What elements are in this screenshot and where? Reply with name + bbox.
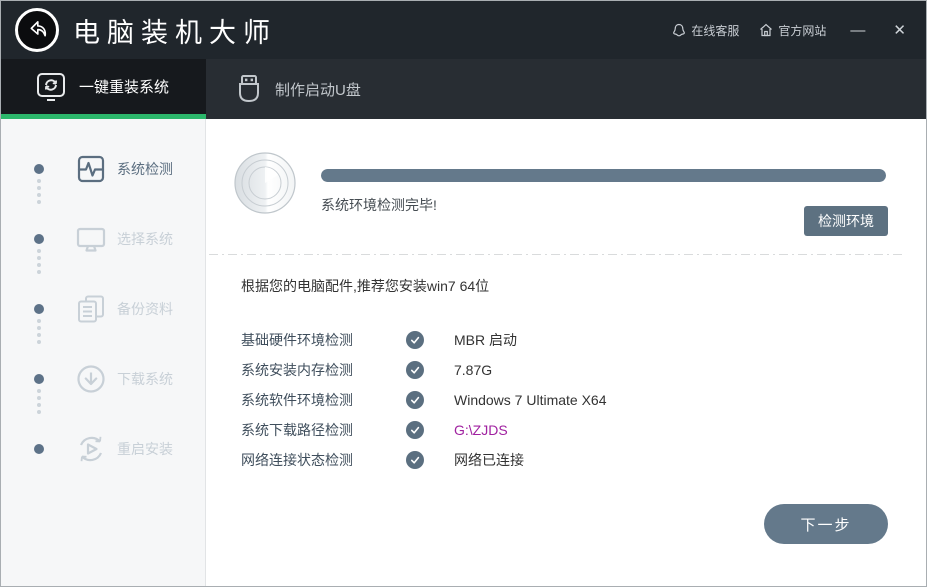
step-dot <box>34 164 44 174</box>
step-trail <box>37 179 41 204</box>
dashed-separator <box>209 254 906 255</box>
check-value: 网络已连接 <box>454 452 524 468</box>
detect-status-text: 系统环境检测完毕! <box>321 197 437 213</box>
recommendation-text: 根据您的电脑配件,推荐您安装win7 64位 <box>241 278 490 294</box>
step-restart-install[interactable]: 重启安装 <box>1 414 205 484</box>
check-ok-icon <box>406 451 424 469</box>
step-download-system[interactable]: 下载系统 <box>1 344 205 414</box>
check-row-download-path: 系统下载路径检测 G:\ZJDS <box>241 415 607 445</box>
official-site-link[interactable]: 官方网站 <box>759 22 826 39</box>
minimize-button[interactable]: — <box>846 21 869 40</box>
download-icon <box>75 363 107 395</box>
steps-sidebar: 系统检测 选择系统 备份资料 下载系统 重启安装 <box>1 119 206 586</box>
check-list: 基础硬件环境检测 MBR 启动 系统安装内存检测 7.87G 系统软件环境检测 … <box>241 325 607 475</box>
check-label: 系统软件环境检测 <box>241 392 353 408</box>
reinstall-monitor-icon <box>34 71 68 103</box>
step-dot <box>34 374 44 384</box>
online-service-label: 在线客服 <box>691 23 740 38</box>
tab-reinstall-system[interactable]: 一键重装系统 <box>1 59 206 119</box>
app-title: 电脑装机大师 <box>73 17 277 49</box>
check-row-memory: 系统安装内存检测 7.87G <box>241 355 607 385</box>
close-button[interactable]: ✕ <box>889 21 910 40</box>
titlebar: 电脑装机大师 在线客服 官方网站 — ✕ <box>1 1 926 59</box>
step-label: 重启安装 <box>117 441 173 457</box>
detect-progress-bar <box>321 169 886 182</box>
home-icon <box>759 23 773 37</box>
check-ok-icon <box>406 391 424 409</box>
next-step-button[interactable]: 下一步 <box>764 504 888 544</box>
check-row-network: 网络连接状态检测 网络已连接 <box>241 445 607 475</box>
official-site-label: 官方网站 <box>778 23 827 38</box>
tab-make-boot-usb[interactable]: 制作启动U盘 <box>206 59 361 119</box>
qq-service-icon <box>672 23 686 38</box>
check-ok-icon <box>406 421 424 439</box>
restart-icon <box>75 433 107 465</box>
step-dot <box>34 234 44 244</box>
step-trail <box>37 319 41 344</box>
step-dot <box>34 304 44 314</box>
tabbar: 一键重装系统 制作启动U盘 <box>1 59 926 119</box>
step-label: 系统检测 <box>117 161 173 177</box>
step-trail <box>37 249 41 274</box>
pulse-monitor-icon <box>75 153 107 185</box>
step-dot <box>34 444 44 454</box>
check-label: 系统安装内存检测 <box>241 362 353 378</box>
check-label: 网络连接状态检测 <box>241 452 353 468</box>
titlebar-actions: 在线客服 官方网站 — ✕ <box>672 21 910 40</box>
documents-icon <box>75 293 107 325</box>
check-label: 基础硬件环境检测 <box>241 332 353 348</box>
step-label: 下载系统 <box>117 371 173 387</box>
step-label: 选择系统 <box>117 231 173 247</box>
check-ok-icon <box>406 361 424 379</box>
app-window: 电脑装机大师 在线客服 官方网站 — ✕ 一键重装系统 制作启动U盘 系统检测 … <box>0 0 927 587</box>
check-row-hardware: 基础硬件环境检测 MBR 启动 <box>241 325 607 355</box>
check-row-software: 系统软件环境检测 Windows 7 Ultimate X64 <box>241 385 607 415</box>
step-trail <box>37 389 41 414</box>
check-ok-icon <box>406 331 424 349</box>
step-backup-data[interactable]: 备份资料 <box>1 274 205 344</box>
check-value: Windows 7 Ultimate X64 <box>454 392 607 408</box>
detect-progress-fill <box>321 169 886 182</box>
check-value: 7.87G <box>454 362 493 378</box>
check-value: MBR 启动 <box>454 332 517 348</box>
tab-usb-label: 制作启动U盘 <box>275 81 361 99</box>
usb-drive-icon <box>234 73 264 105</box>
step-system-detect[interactable]: 系统检测 <box>1 134 205 204</box>
step-select-system[interactable]: 选择系统 <box>1 204 205 274</box>
scan-spinner-icon <box>233 151 297 215</box>
app-logo-icon <box>15 8 59 52</box>
detection-panel: 系统环境检测完毕! 检测环境 根据您的电脑配件,推荐您安装win7 64位 基础… <box>207 119 926 586</box>
check-value-download-path: G:\ZJDS <box>454 422 508 438</box>
monitor-icon <box>75 223 107 255</box>
check-label: 系统下载路径检测 <box>241 422 353 438</box>
online-service-link[interactable]: 在线客服 <box>672 22 739 39</box>
step-label: 备份资料 <box>117 301 173 317</box>
tab-reinstall-label: 一键重装系统 <box>79 79 170 96</box>
detect-env-button[interactable]: 检测环境 <box>804 206 888 236</box>
